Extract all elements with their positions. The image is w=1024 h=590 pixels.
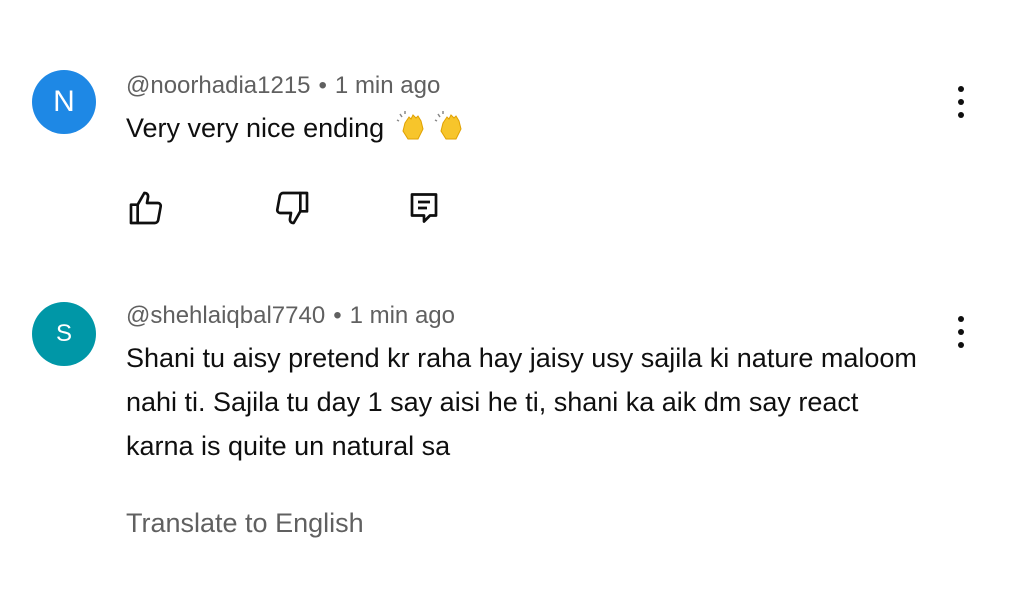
comment-meta: @shehlaiqbal7740 • 1 min ago xyxy=(126,302,455,330)
comment-text-body: Very very nice ending xyxy=(126,113,385,143)
dislike-icon xyxy=(275,191,309,225)
more-dot xyxy=(958,86,964,92)
comment-author[interactable]: @noorhadia1215 xyxy=(126,72,311,99)
more-dot xyxy=(958,342,964,348)
reply-button[interactable] xyxy=(402,186,446,230)
dislike-button[interactable] xyxy=(270,186,314,230)
more-dot xyxy=(958,329,964,335)
clapping-hands-icon xyxy=(396,109,430,156)
comment-text: Shani tu aisy pretend kr raha hay jaisy … xyxy=(126,343,917,461)
clapping-hands-icon xyxy=(434,109,468,156)
more-options-button[interactable] xyxy=(944,312,978,352)
comment-time: 1 min ago xyxy=(349,302,455,329)
comment-time: 1 min ago xyxy=(334,72,441,99)
meta-separator: • xyxy=(318,72,327,99)
comment-item: N @noorhadia1215 • 1 min ago Very very nic… xyxy=(0,0,1024,260)
more-dot xyxy=(958,112,964,118)
like-button[interactable] xyxy=(124,186,168,230)
avatar[interactable]: S xyxy=(32,302,96,366)
more-dot xyxy=(958,316,964,322)
comment-meta: @noorhadia1215 • 1 min ago xyxy=(126,72,440,100)
translate-link[interactable]: Translate to English xyxy=(126,508,364,539)
more-dot xyxy=(958,99,964,105)
comment-item: S @shehlaiqbal7740 • 1 min ago Shani tu ai… xyxy=(0,260,1024,590)
reply-icon xyxy=(410,193,438,223)
meta-separator: • xyxy=(333,302,342,329)
avatar[interactable]: N xyxy=(32,70,96,134)
comment-author[interactable]: @shehlaiqbal7740 xyxy=(126,302,325,329)
like-icon xyxy=(129,191,163,225)
more-options-button[interactable] xyxy=(944,82,978,122)
comment-text: Very very nice ending xyxy=(126,106,926,156)
